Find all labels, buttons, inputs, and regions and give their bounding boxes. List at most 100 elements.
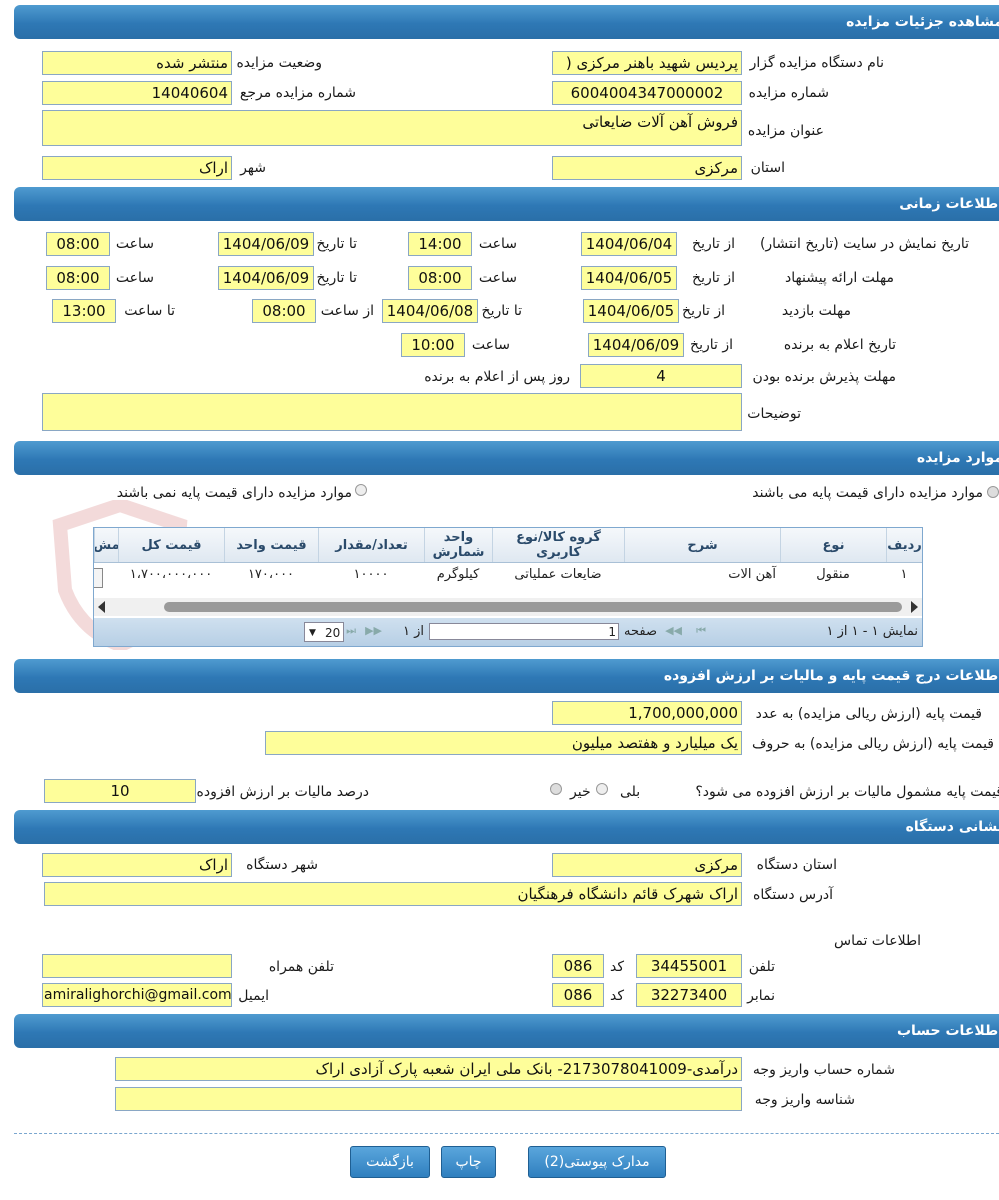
vat-no-label: خیر bbox=[570, 784, 591, 800]
cell-desc: آهن الات bbox=[728, 567, 776, 582]
grid-horizontal-scrollbar[interactable] bbox=[94, 598, 922, 616]
ref-number-label: شماره مزایده مرجع bbox=[239, 85, 356, 101]
org-address-field: اراک شهرک قائم دانشگاه فرهنگیان bbox=[44, 882, 742, 906]
contact-info-label: اطلاعات تماس bbox=[834, 933, 921, 949]
phone-label: تلفن bbox=[748, 959, 775, 975]
pager-next-icon[interactable]: ▶▶ bbox=[365, 624, 382, 637]
section-header-timing: اطلاعات زمانی bbox=[14, 187, 999, 221]
phone-code-label: کد bbox=[609, 959, 624, 975]
r1-to-time: 08:00 bbox=[46, 232, 110, 256]
acceptance-days-suffix: روز پس از اعلام به برنده bbox=[424, 369, 570, 385]
pager-prev-icon[interactable]: ◀◀ bbox=[665, 624, 682, 637]
radio-without-base-price-label: موارد مزایده دارای قیمت پایه نمی باشند bbox=[116, 485, 352, 501]
pager-page-label: صفحه bbox=[624, 624, 657, 639]
r2-from-date: 1404/06/05 bbox=[581, 266, 677, 290]
r1-from-time: 14:00 bbox=[408, 232, 472, 256]
vat-yes-radio[interactable] bbox=[596, 783, 608, 795]
col-extra: مش bbox=[94, 528, 118, 562]
print-button[interactable]: چاپ bbox=[441, 1146, 496, 1178]
r2-hour-label: ساعت bbox=[478, 270, 517, 286]
acceptance-days-field: 4 bbox=[580, 364, 742, 388]
description-label: توضیحات bbox=[747, 406, 801, 422]
r2-to-date: 1404/06/09 bbox=[218, 266, 314, 290]
fax-field: 32273400 bbox=[636, 983, 742, 1007]
row-action-button[interactable] bbox=[94, 568, 103, 588]
attached-documents-button[interactable]: مدارک پیوستی(2) bbox=[528, 1146, 666, 1178]
cell-total: ۱،۷۰۰،۰۰۰،۰۰۰ bbox=[129, 567, 213, 582]
org-address-label: آدرس دستگاه bbox=[753, 887, 833, 903]
scroll-thumb[interactable] bbox=[164, 602, 902, 612]
r3-to-hour-label: تا ساعت bbox=[124, 303, 175, 319]
r2-hour2-label: ساعت bbox=[115, 270, 154, 286]
pager-first-icon[interactable]: ⏮ bbox=[696, 624, 706, 638]
cell-type: منقول bbox=[816, 567, 850, 582]
section-header-address: نشانی دستگاه bbox=[14, 810, 999, 844]
vat-question-label: قیمت پایه مشمول مالیات بر ارزش افزوده می… bbox=[695, 784, 999, 800]
r4-from-label: از تاریخ bbox=[690, 337, 733, 353]
email-field: amiralighorchi@gmail.com bbox=[42, 983, 232, 1007]
phone-field: 34455001 bbox=[636, 954, 742, 978]
col-total: قیمت کل bbox=[118, 528, 224, 562]
col-desc: شرح bbox=[624, 528, 780, 562]
scroll-left-arrow-icon[interactable] bbox=[98, 601, 105, 613]
cell-unit: کیلوگرم bbox=[436, 567, 480, 582]
r2-to-time: 08:00 bbox=[46, 266, 110, 290]
org-province-field: مرکزی bbox=[552, 853, 742, 877]
radio-without-base-price[interactable] bbox=[355, 484, 367, 496]
city-label: شهر bbox=[240, 160, 266, 176]
section-header-details: مشاهده جزئیات مزایده bbox=[14, 5, 999, 39]
col-type: نوع bbox=[780, 528, 886, 562]
r3-from-date: 1404/06/05 bbox=[583, 299, 679, 323]
base-price-number-label: قیمت پایه (ارزش ریالی مزایده) به عدد bbox=[755, 706, 982, 722]
back-button[interactable]: بازگشت bbox=[350, 1146, 430, 1178]
chevron-down-icon: ▼ bbox=[309, 628, 316, 638]
grid-pager: نمایش ۱ - ۱ از ۱ ⏮ ◀◀ صفحه 1 از ۱ ▶▶ ⏭ 2… bbox=[94, 618, 922, 646]
title-label: عنوان مزایده bbox=[747, 123, 824, 139]
r1-hour-label: ساعت bbox=[478, 236, 517, 252]
r2-from-time: 08:00 bbox=[408, 266, 472, 290]
col-row: ردیف bbox=[886, 528, 922, 562]
mobile-label: تلفن همراه bbox=[268, 959, 334, 975]
status-field: منتشر شده bbox=[42, 51, 232, 75]
r1-hour2-label: ساعت bbox=[115, 236, 154, 252]
org-city-field: اراک bbox=[42, 853, 232, 877]
org-label: نام دستگاه مزایده گزار bbox=[749, 55, 884, 71]
phone-code-field: 086 bbox=[552, 954, 604, 978]
cell-row: ۱ bbox=[900, 567, 908, 582]
r4-time: 10:00 bbox=[401, 333, 465, 357]
org-province-label: استان دستگاه bbox=[756, 857, 837, 873]
fax-code-label: کد bbox=[609, 988, 624, 1004]
pager-last-icon[interactable]: ⏭ bbox=[346, 624, 356, 638]
pager-size-select[interactable]: 20 ▼ bbox=[304, 622, 344, 642]
vat-percent-label: درصد مالیات بر ارزش افزوده bbox=[196, 784, 370, 800]
province-field: مرکزی bbox=[552, 156, 742, 180]
r2-from-label: از تاریخ bbox=[692, 270, 735, 286]
radio-with-base-price[interactable] bbox=[987, 486, 999, 498]
offer-deadline-label: مهلت ارائه پیشنهاد bbox=[785, 270, 894, 286]
section-header-price: اطلاعات درج قیمت پایه و مالیات بر ارزش ا… bbox=[14, 659, 999, 693]
pager-summary: نمایش ۱ - ۱ از ۱ bbox=[826, 624, 919, 639]
r1-to-label: تا تاریخ bbox=[316, 236, 357, 252]
ref-number-field: 14040604 bbox=[42, 81, 232, 105]
mobile-field bbox=[42, 954, 232, 978]
account-number-label: شماره حساب واریز وجه bbox=[752, 1062, 895, 1078]
cell-unit-price: ۱۷۰،۰۰۰ bbox=[247, 567, 295, 582]
account-number-field: درآمدی-2173078041009- بانک ملی ایران شعب… bbox=[115, 1057, 742, 1081]
vat-yes-label: بلی bbox=[620, 784, 641, 800]
r3-to-label: تا تاریخ bbox=[481, 303, 522, 319]
col-group: گروه کالا/نوع کاربری bbox=[492, 528, 624, 562]
col-unit: واحد شمارش bbox=[424, 528, 492, 562]
r3-to-date: 1404/06/08 bbox=[382, 299, 478, 323]
divider bbox=[14, 1133, 999, 1134]
publish-date-label: تاریخ نمایش در سایت (تاریخ انتشار) bbox=[759, 236, 969, 252]
section-header-account: اطلاعات حساب bbox=[14, 1014, 999, 1048]
r1-to-date: 1404/06/09 bbox=[218, 232, 314, 256]
base-price-text-label: قیمت پایه (ارزش ریالی مزایده) به حروف bbox=[751, 736, 994, 752]
org-city-label: شهر دستگاه bbox=[246, 857, 318, 873]
scroll-right-arrow-icon[interactable] bbox=[911, 601, 918, 613]
items-grid: ردیف نوع شرح گروه کالا/نوع کاربری واحد ش… bbox=[93, 527, 923, 647]
r4-hour-label: ساعت bbox=[471, 337, 510, 353]
vat-no-radio[interactable] bbox=[550, 783, 562, 795]
base-price-text-field: یک میلیارد و هفتصد میلیون bbox=[265, 731, 742, 755]
pager-page-input[interactable]: 1 bbox=[429, 623, 619, 640]
